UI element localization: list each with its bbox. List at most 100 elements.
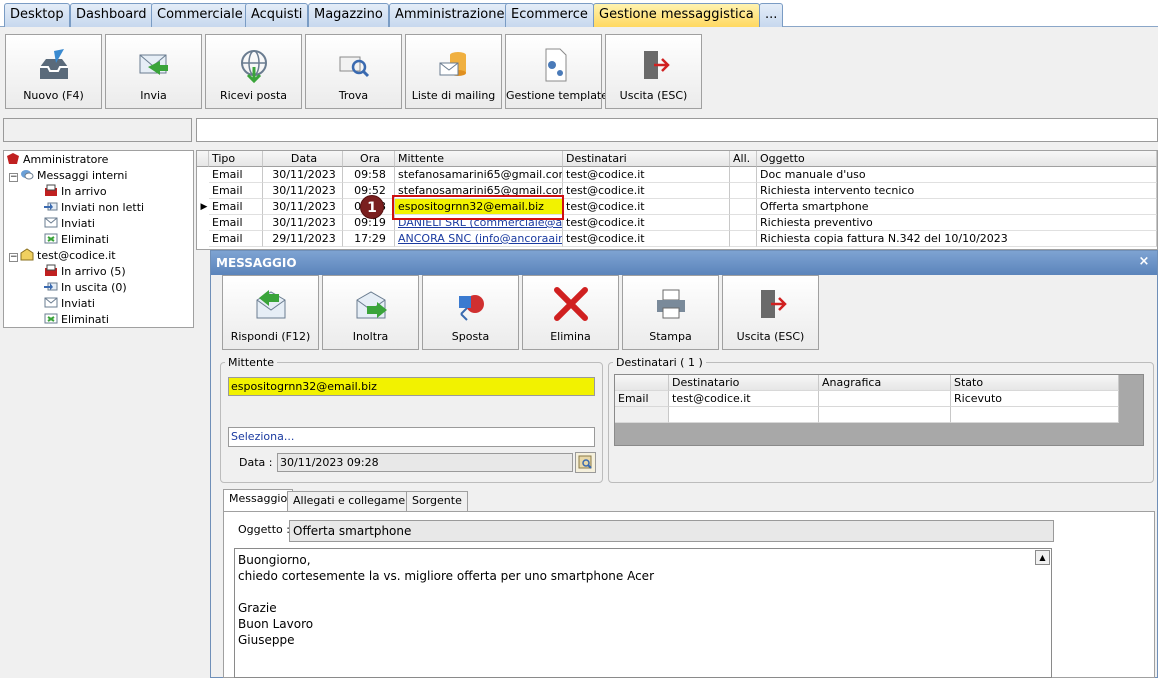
dialog-exit-button[interactable]: Uscita (ESC): [722, 275, 819, 350]
subject-field[interactable]: Offerta smartphone: [289, 520, 1054, 542]
delete-button[interactable]: Elimina: [522, 275, 619, 350]
mailing-lists-button[interactable]: Liste di mailing: [405, 34, 502, 109]
left-panel-background: [3, 328, 194, 678]
message-body[interactable]: Buongiorno, chiedo cortesemente la vs. m…: [234, 548, 1052, 678]
receive-mail-button[interactable]: Ricevi posta: [205, 34, 302, 109]
print-button-label: Stampa: [649, 330, 692, 343]
tree-internal-inbox[interactable]: In arrivo: [44, 184, 107, 200]
tab-ecommerce[interactable]: Ecommerce: [505, 3, 594, 27]
delete-button-label: Elimina: [550, 330, 591, 343]
scroll-up-icon[interactable]: ▲: [1035, 550, 1050, 565]
tree-account-inbox[interactable]: In arrivo (5): [44, 264, 126, 280]
tab-magazzino[interactable]: Magazzino: [308, 3, 389, 27]
tree-account[interactable]: − test@codice.it: [9, 248, 116, 264]
col-header-mittente[interactable]: Mittente: [395, 151, 563, 167]
date-label: Data :: [239, 456, 273, 469]
receive-mail-button-label: Ricevi posta: [219, 89, 288, 102]
forward-button[interactable]: Inoltra: [322, 275, 419, 350]
tree-root[interactable]: Amministratore: [6, 152, 108, 168]
tree-account-sent[interactable]: Inviati: [44, 296, 95, 312]
tree-account-outbox[interactable]: In uscita (0): [44, 280, 127, 296]
sent-unread-icon: [44, 200, 58, 213]
tree-internal-sent-label: Inviati: [61, 217, 95, 230]
forward-button-label: Inoltra: [352, 330, 389, 343]
message-grid: Tipo Data Ora Mittente Destinatari All. …: [196, 150, 1158, 250]
tab-dashboard[interactable]: Dashboard: [70, 3, 153, 27]
cell-type: Email: [615, 391, 669, 407]
inbox-icon: [44, 184, 58, 197]
tab-amministrazione[interactable]: Amministrazione: [389, 3, 511, 27]
templates-button[interactable]: Gestione template: [505, 34, 608, 109]
cell-allegati: [730, 215, 757, 231]
globe-icon: [240, 50, 267, 84]
col-header-oggetto[interactable]: Oggetto: [757, 151, 1157, 167]
cell-allegati: [730, 167, 757, 183]
new-button[interactable]: Nuovo (F4): [5, 34, 102, 109]
account-mailbox-icon: [20, 248, 34, 261]
deleted-folder-icon: [44, 312, 58, 325]
move-button-label: Sposta: [451, 330, 490, 343]
tree-internal-sent[interactable]: Inviati: [44, 216, 95, 232]
move-button[interactable]: Sposta: [422, 275, 519, 350]
tab-desktop[interactable]: Desktop: [4, 3, 70, 27]
new-message-icon: [39, 49, 68, 79]
col-header-stato[interactable]: Stato: [951, 375, 1119, 391]
col-header-destinatari[interactable]: Destinatari: [563, 151, 730, 167]
select-link[interactable]: Seleziona...: [228, 427, 595, 447]
tab-commerciale[interactable]: Commerciale: [151, 3, 249, 27]
send-button[interactable]: Invia: [105, 34, 202, 109]
tree-internal-label: Messaggi interni: [37, 169, 128, 182]
mailing-list-icon: [439, 52, 466, 76]
col-header-ora[interactable]: Ora: [343, 151, 395, 167]
tree-account-deleted[interactable]: Eliminati: [44, 312, 109, 328]
calendar-search-icon: [578, 455, 592, 469]
find-button[interactable]: Trova: [305, 34, 402, 109]
print-button[interactable]: Stampa: [622, 275, 719, 350]
tree-internal-deleted-label: Eliminati: [61, 233, 109, 246]
col-header-anagrafica[interactable]: Anagrafica: [819, 375, 951, 391]
cell-oggetto: Offerta smartphone: [757, 199, 1157, 215]
sent-folder-icon: [44, 296, 58, 309]
user-shield-icon: [6, 152, 20, 165]
exit-button[interactable]: Uscita (ESC): [605, 34, 702, 109]
col-header-destinatario[interactable]: Destinatario: [669, 375, 819, 391]
close-icon[interactable]: ×: [1137, 255, 1151, 269]
cell-oggetto: Doc manuale d'uso: [757, 167, 1157, 183]
recipients-corner: [615, 375, 669, 391]
col-header-allegati[interactable]: All.: [730, 151, 757, 167]
tree-internal-unread[interactable]: Inviati non letti: [44, 200, 144, 216]
date-field[interactable]: 30/11/2023 09:28: [277, 453, 573, 472]
tree-internal-deleted[interactable]: Eliminati: [44, 232, 109, 248]
cell-mittente-link[interactable]: ANCORA SNC (info@ancoraain...: [395, 231, 563, 247]
left-filter-field[interactable]: [3, 118, 192, 142]
deleted-folder-icon: [44, 232, 58, 245]
exit-door-icon: [760, 290, 787, 318]
cell-tipo: Email: [209, 167, 263, 183]
tab-allegati[interactable]: Allegati e collegamenti: [287, 491, 426, 511]
tab-acquisti[interactable]: Acquisti: [245, 3, 309, 27]
cell-destinatari: test@codice.it: [563, 215, 730, 231]
cell-destinatari: test@codice.it: [563, 167, 730, 183]
exit-door-icon: [643, 51, 670, 79]
find-button-label: Trova: [338, 89, 369, 102]
search-input[interactable]: [196, 118, 1158, 142]
tree-root-label: Amministratore: [23, 153, 109, 166]
sender-field[interactable]: espositogrnn32@email.biz: [228, 377, 595, 396]
tab-gestione-messaggistica[interactable]: Gestione messaggistica: [593, 3, 760, 27]
tab-sorgente[interactable]: Sorgente: [406, 491, 468, 511]
col-header-data[interactable]: Data: [263, 151, 343, 167]
cell-data: 30/11/2023: [263, 167, 343, 183]
tree-internal-messages[interactable]: − Messaggi interni: [9, 168, 127, 184]
sent-folder-icon: [44, 216, 58, 229]
new-button-label: Nuovo (F4): [23, 89, 84, 102]
dialog-title: MESSAGGIO: [211, 251, 1157, 275]
collapse-icon[interactable]: −: [9, 173, 18, 182]
reply-button[interactable]: Rispondi (F12): [222, 275, 319, 350]
tree-account-sent-label: Inviati: [61, 297, 95, 310]
tab-more[interactable]: ...: [759, 3, 784, 27]
col-header-tipo[interactable]: Tipo: [209, 151, 263, 167]
tab-messaggio[interactable]: Messaggio: [223, 489, 294, 511]
cell-allegati: [730, 199, 757, 215]
calendar-search-button[interactable]: [575, 452, 596, 473]
collapse-icon[interactable]: −: [9, 253, 18, 262]
